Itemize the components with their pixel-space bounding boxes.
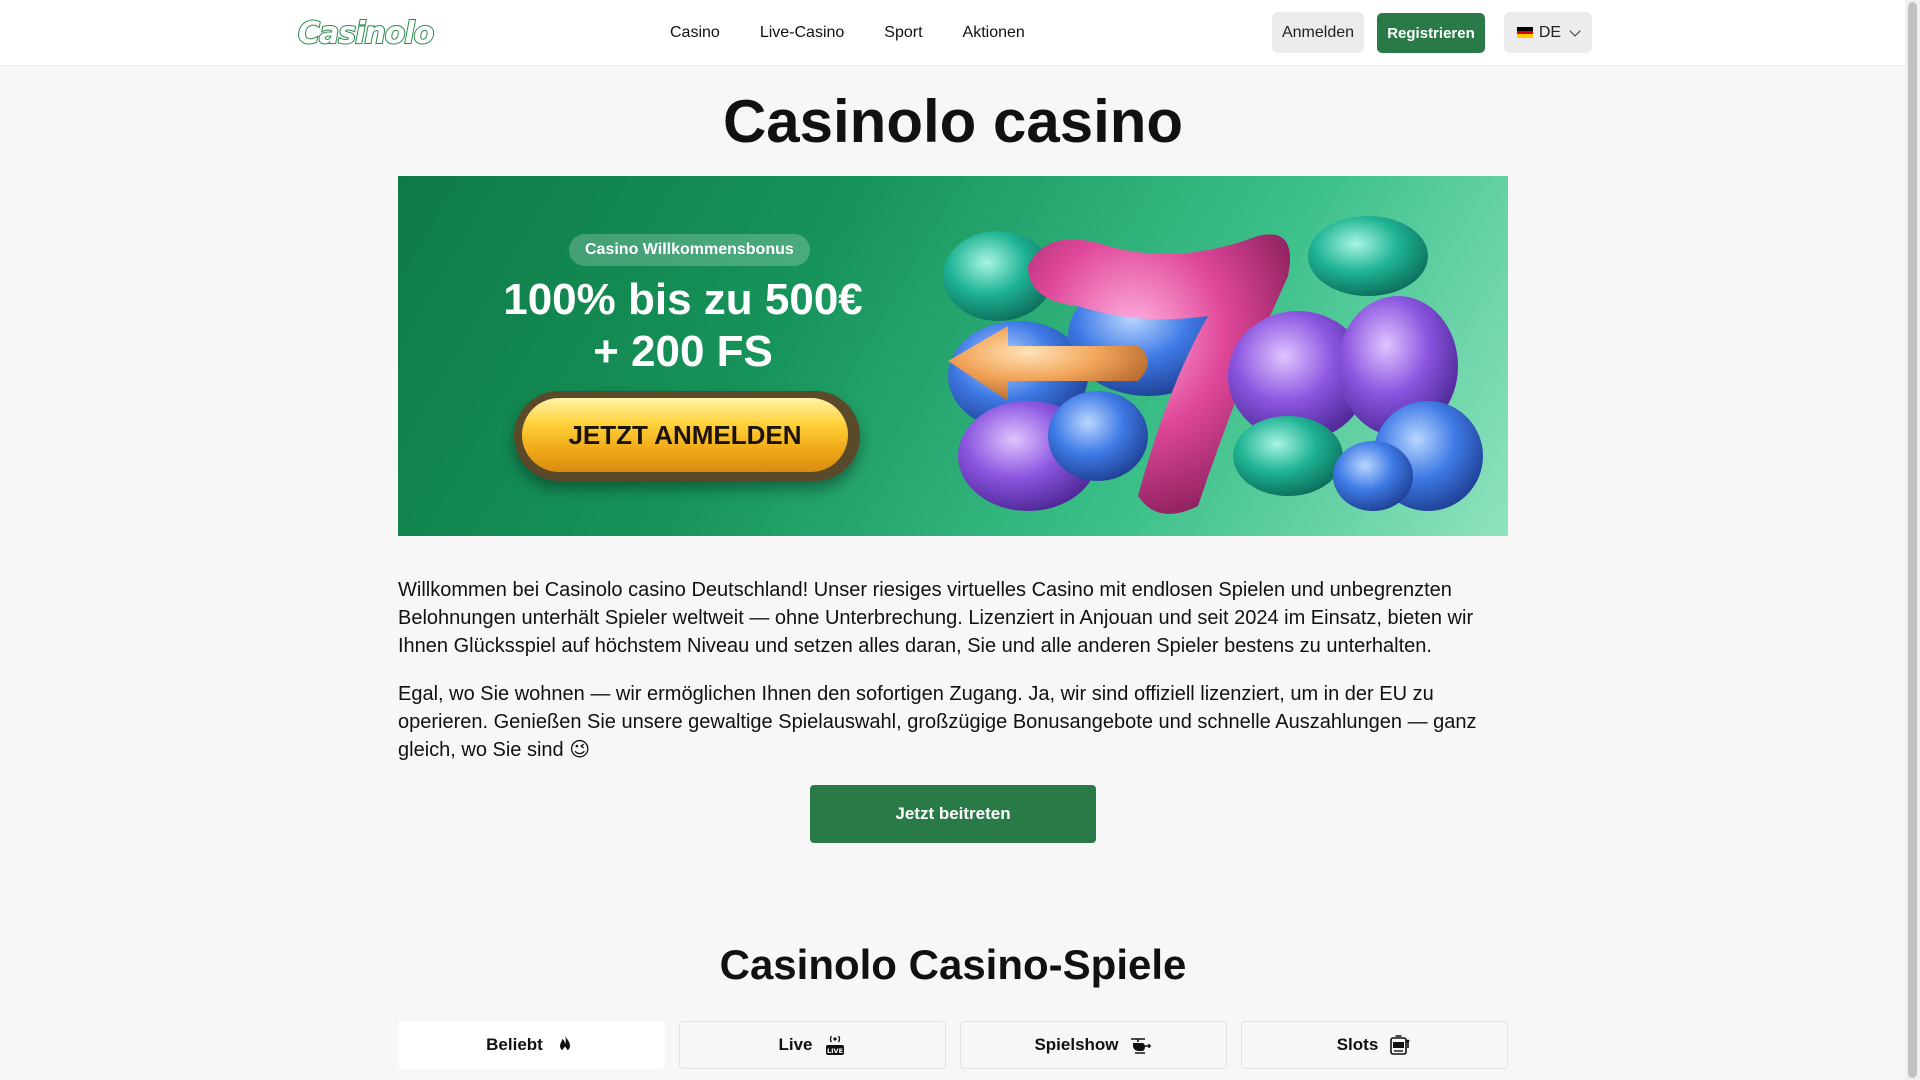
helicopter-icon (1130, 1038, 1151, 1054)
site-header: Casinolo Casino Live-Casino Sport Aktion… (0, 0, 1905, 66)
tab-spielshow[interactable]: Spielshow (960, 1021, 1227, 1069)
intro-paragraph-1: Willkommen bei Casinolo casino Deutschla… (398, 579, 1474, 657)
welcome-bonus-banner[interactable]: Casino Willkommensbonus 100% bis zu 500€… (398, 176, 1508, 536)
page-scrollbar[interactable] (1905, 0, 1920, 1080)
bonus-pill: Casino Willkommensbonus (569, 234, 810, 266)
flame-icon (559, 1035, 570, 1053)
logo-text: Casinolo (297, 15, 435, 52)
inflatable-seven-illustration (943, 216, 1483, 515)
scrollbar-thumb[interactable] (1908, 2, 1917, 1078)
games-section-title: Casinolo Casino-Spiele (719, 941, 1187, 988)
tab-label: Slots (1336, 1035, 1379, 1054)
join-now-button[interactable]: Jetzt beitreten (810, 785, 1096, 843)
tab-slots[interactable]: Slots (1241, 1021, 1508, 1069)
language-selector[interactable]: DE (1504, 12, 1592, 53)
svg-text:LIVE: LIVE (827, 1047, 843, 1055)
tab-beliebt[interactable]: Beliebt (398, 1021, 665, 1069)
nav-live-casino[interactable]: Live-Casino (760, 22, 844, 44)
slot-machine-icon (1390, 1035, 1410, 1055)
bonus-free-spins: + 200 FS (593, 327, 773, 376)
login-button[interactable]: Anmelden (1272, 12, 1364, 53)
main-nav: Casino Live-Casino Sport Aktionen (670, 22, 1025, 44)
register-button[interactable]: Registrieren (1377, 13, 1485, 53)
tab-label: Spielshow (1034, 1035, 1119, 1054)
chevron-down-icon (1569, 24, 1581, 37)
tab-label: Live (778, 1035, 813, 1054)
page-title: Casinolo casino (722, 88, 1184, 155)
bonus-amount: 100% bis zu 500€ (503, 275, 863, 324)
casinolo-logo[interactable]: Casinolo (297, 15, 435, 52)
tab-label: Beliebt (486, 1035, 543, 1054)
game-category-tabs: Beliebt Live LIVE Spielshow Slots (398, 1021, 1508, 1069)
live-broadcast-icon: LIVE (825, 1035, 844, 1055)
language-code: DE (1538, 23, 1562, 41)
nav-casino[interactable]: Casino (670, 22, 720, 44)
banner-signup-button[interactable]: JETZT ANMELDEN (522, 398, 848, 472)
germany-flag-icon (1516, 27, 1533, 39)
nav-aktionen[interactable]: Aktionen (963, 22, 1025, 44)
tab-live[interactable]: Live LIVE (679, 1021, 946, 1069)
intro-paragraph-2: Egal, wo Sie wohnen — wir ermöglichen Ih… (398, 683, 1477, 761)
nav-sport[interactable]: Sport (884, 22, 922, 44)
